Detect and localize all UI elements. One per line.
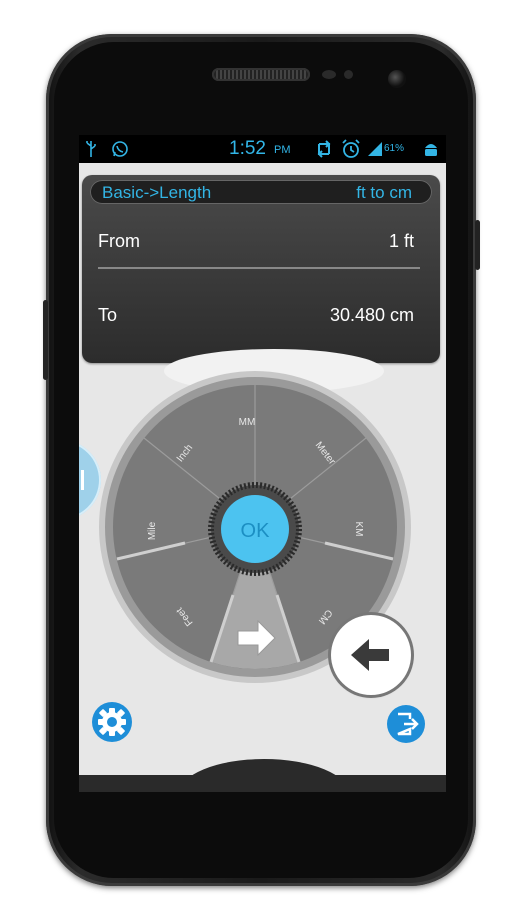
light-sensor (344, 70, 353, 79)
back-arrow-icon (351, 639, 389, 671)
whatsapp-icon (112, 141, 128, 157)
to-label: To (98, 305, 118, 325)
conversion-type: ft to cm (356, 183, 412, 202)
front-camera (388, 70, 406, 88)
handle-grip (81, 470, 84, 490)
battery-percent: 61% (384, 143, 405, 154)
earpiece-speaker (212, 68, 310, 81)
category-title: Basic->Length (102, 183, 212, 202)
from-value[interactable]: 1 ft (389, 231, 414, 252)
settings-button[interactable] (92, 702, 132, 742)
screen: 1:52 PM 61% Basic->Length ft to cm From … (79, 135, 446, 792)
status-bar: 1:52 PM 61% (79, 135, 446, 163)
gear-icon (98, 708, 126, 736)
status-ampm: PM (274, 144, 291, 156)
back-button[interactable] (331, 615, 411, 695)
alarm-icon (342, 139, 360, 158)
proximity-sensor (322, 70, 336, 79)
conversion-header[interactable]: Basic->Length ft to cm (90, 180, 432, 204)
to-value: 30.480 cm (329, 305, 414, 325)
android-icon (425, 144, 437, 156)
usb-icon (86, 141, 96, 157)
volume-button (43, 300, 48, 380)
exit-button[interactable] (387, 705, 425, 743)
unit-km[interactable]: KM (353, 522, 364, 537)
unit-mm[interactable]: MM (239, 417, 256, 428)
exit-icon (397, 712, 419, 736)
conversion-panel: Basic->Length ft to cm From 1 ft To 30.4… (82, 175, 440, 363)
sync-icon (317, 140, 331, 158)
unit-mile[interactable]: Mile (147, 521, 158, 540)
ok-label: OK (241, 520, 271, 542)
from-label: From (98, 231, 140, 251)
divider (98, 267, 420, 269)
signal-icon (368, 142, 382, 156)
bottom-bar (79, 775, 446, 792)
power-button (475, 220, 480, 270)
status-time: 1:52 (229, 138, 266, 159)
